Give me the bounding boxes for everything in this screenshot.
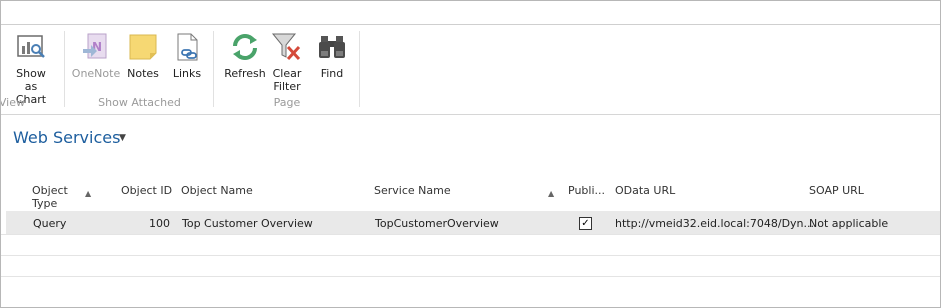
top-bar <box>1 1 940 25</box>
column-header-published[interactable]: Publi... <box>568 184 605 197</box>
sort-ascending-icon: ▲ <box>548 189 555 198</box>
clear-filter-button[interactable]: Clear Filter <box>269 31 305 93</box>
column-header-object-id[interactable]: Object ID <box>121 184 172 197</box>
find-button[interactable]: Find <box>315 31 349 80</box>
refresh-button[interactable]: Refresh <box>223 31 267 80</box>
ribbon: Show as Chart View N OneNote Notes Links… <box>1 25 940 115</box>
links-label: Links <box>172 67 202 80</box>
cell-service-name[interactable]: TopCustomerOverview <box>375 217 499 230</box>
group-label-show-attached: Show Attached <box>98 96 181 109</box>
refresh-label: Refresh <box>224 67 266 80</box>
cell-object-type[interactable]: Query <box>33 217 66 230</box>
notes-button[interactable]: Notes <box>125 31 161 80</box>
notes-label: Notes <box>127 67 159 80</box>
row-divider <box>1 234 940 235</box>
column-header-object-name[interactable]: Object Name <box>181 184 253 197</box>
column-header-service-name[interactable]: Service Name <box>374 184 451 197</box>
refresh-icon <box>229 31 261 63</box>
group-label-page: Page <box>273 96 301 109</box>
group-label-view: View <box>1 96 25 109</box>
cell-object-id[interactable]: 100 <box>140 217 170 230</box>
page-title[interactable]: Web Services <box>13 128 120 147</box>
row-divider <box>1 276 940 277</box>
column-header-object-type[interactable]: Object Type <box>32 184 72 210</box>
find-label: Find <box>320 67 344 80</box>
clear-filter-icon <box>271 31 303 63</box>
published-checkbox[interactable]: ✓ <box>579 217 592 230</box>
links-icon <box>171 31 203 63</box>
sort-ascending-icon: ▲ <box>85 189 92 198</box>
row-divider <box>1 255 940 256</box>
chart-icon <box>15 31 47 63</box>
onenote-label: OneNote <box>71 67 121 80</box>
onenote-icon: N <box>80 31 112 63</box>
links-button[interactable]: Links <box>169 31 205 80</box>
binoculars-icon <box>316 31 348 63</box>
chevron-down-icon[interactable]: ▼ <box>119 133 126 143</box>
cell-object-name[interactable]: Top Customer Overview <box>182 217 313 230</box>
clear-filter-label: Clear Filter <box>272 67 302 93</box>
column-header-soap-url[interactable]: SOAP URL <box>809 184 864 197</box>
show-as-chart-button[interactable]: Show as Chart <box>9 31 53 106</box>
column-header-odata-url[interactable]: OData URL <box>615 184 675 197</box>
cell-soap-url[interactable]: Not applicable <box>809 217 888 230</box>
cell-odata-url[interactable]: http://vmeid32.eid.local:7048/Dyn... <box>615 217 814 230</box>
group-separator <box>359 31 360 107</box>
group-separator <box>64 31 65 107</box>
notes-icon <box>127 31 159 63</box>
onenote-button[interactable]: N OneNote <box>71 31 121 80</box>
